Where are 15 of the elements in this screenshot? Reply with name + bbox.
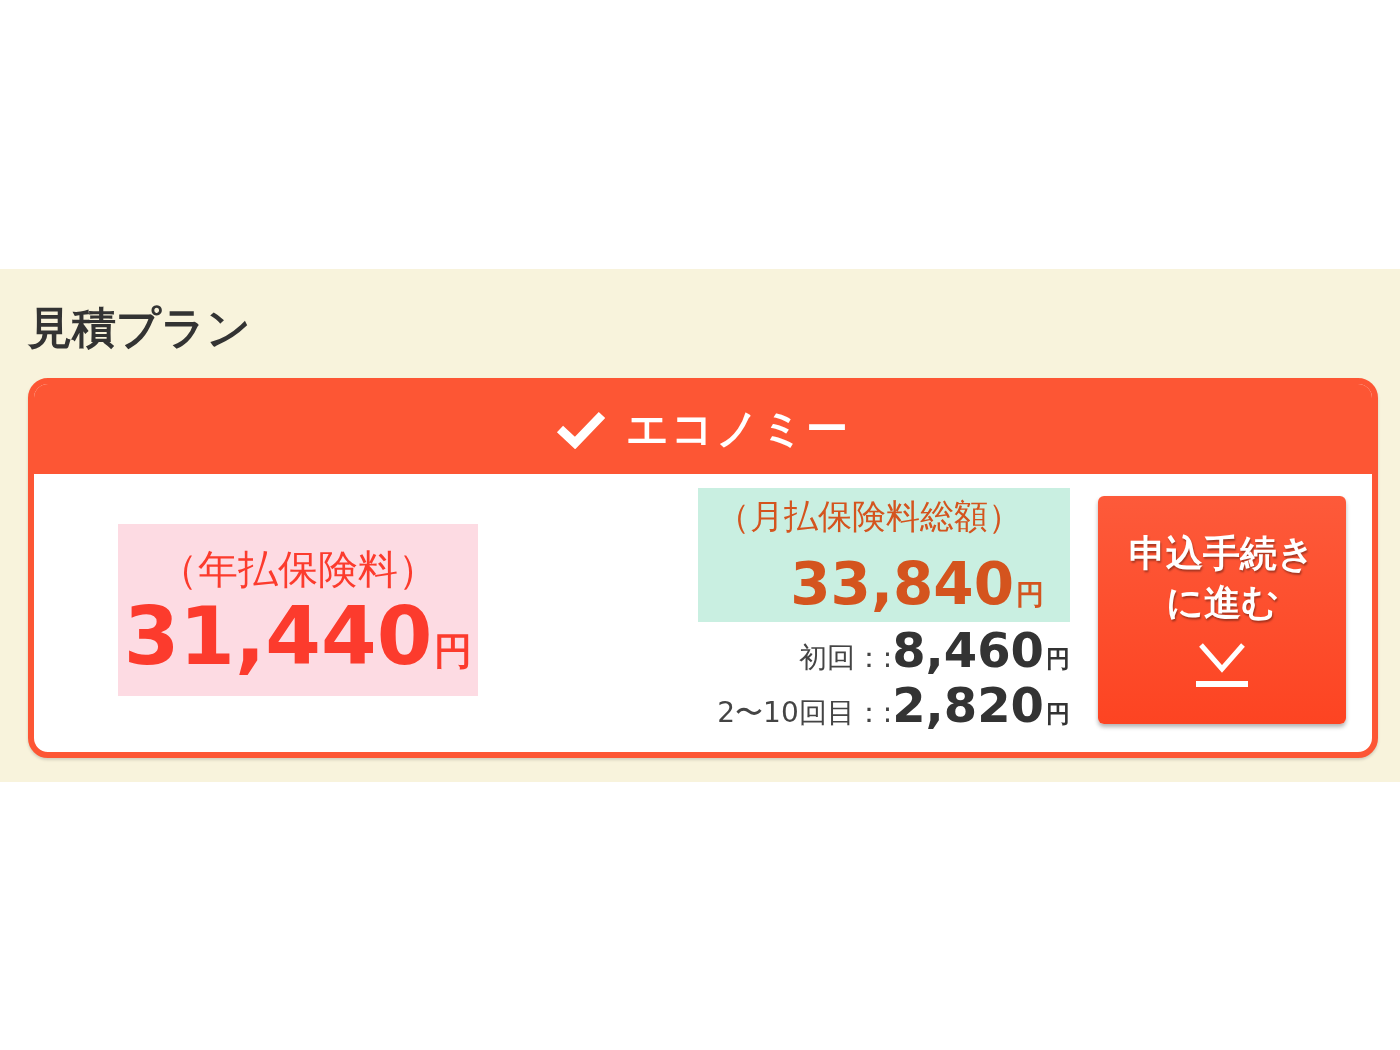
yen-unit: 円	[1016, 576, 1044, 613]
installment-amount: 8,460	[892, 625, 1044, 674]
installment-label: 2〜10回目：:	[717, 694, 893, 731]
plan-name: エコノミー	[626, 402, 850, 455]
monthly-label: （月払保険料総額）	[716, 494, 1023, 538]
annual-amount: 31,440	[123, 597, 433, 677]
yen-unit: 円	[434, 628, 473, 675]
installment-amount: 2,820	[892, 680, 1044, 729]
installment-label: 初回：:	[798, 639, 893, 676]
apply-button[interactable]: 申込手続きに進む	[1098, 495, 1346, 724]
section-title: 見積プラン	[28, 300, 252, 355]
monthly-amount: 33,840	[790, 554, 1014, 613]
annual-label: （年払保険料）	[158, 545, 438, 594]
yen-unit: 円	[1046, 643, 1070, 675]
yen-unit: 円	[1046, 698, 1070, 730]
